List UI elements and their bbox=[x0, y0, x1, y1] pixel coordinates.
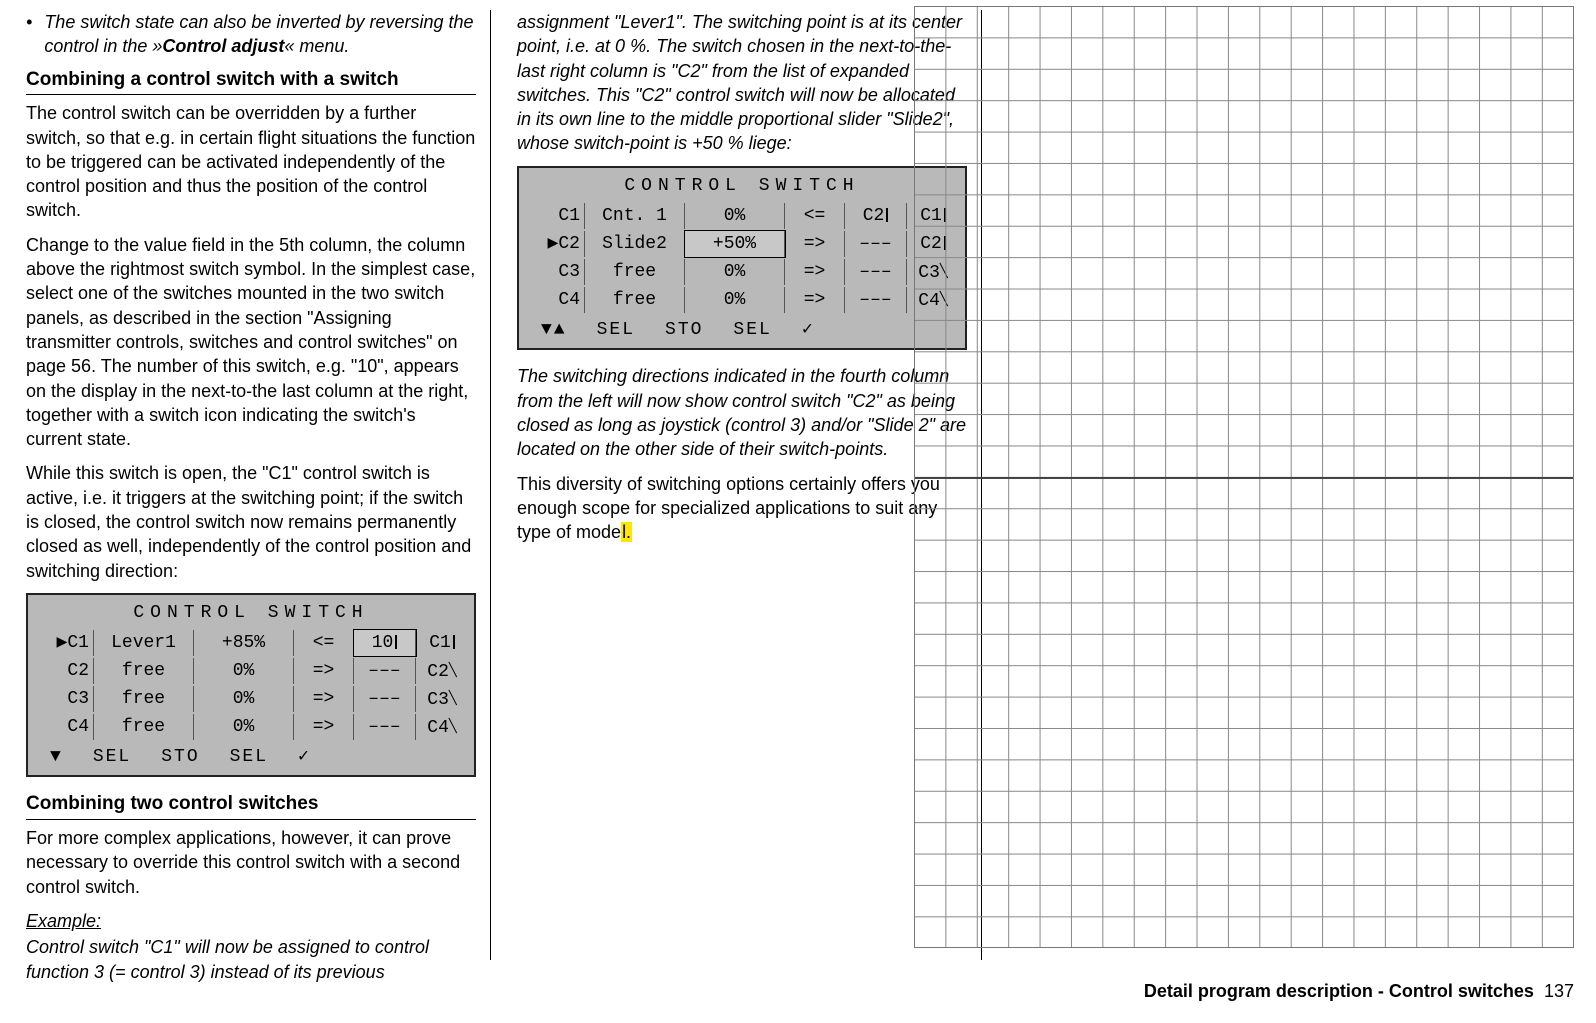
example-continued: assignment "Lever1". The switching point… bbox=[517, 10, 967, 156]
notes-grid bbox=[914, 6, 1574, 948]
lcd-footer-item: SEL bbox=[597, 318, 635, 342]
lcd-cell: => bbox=[294, 714, 354, 740]
lcd-cell: ––– bbox=[354, 658, 416, 684]
lcd-footer-item: ✓ bbox=[298, 745, 311, 769]
lcd-row: C4free0%=>–––C4╲ bbox=[519, 286, 965, 314]
lcd-row: ▶C1Lever1+85%<=10C1 bbox=[28, 629, 474, 657]
lcd-footer-item: ▼ bbox=[50, 745, 63, 769]
lcd-cell: free bbox=[94, 658, 194, 684]
lcd-cell: ▶C2 bbox=[525, 231, 585, 257]
example-label: Example: bbox=[26, 909, 476, 933]
lcd-cell: <= bbox=[294, 630, 354, 656]
lcd-row: C3free0%=>–––C3╲ bbox=[519, 258, 965, 286]
bullet-dot: • bbox=[26, 10, 32, 59]
column-2: assignment "Lever1". The switching point… bbox=[511, 10, 982, 960]
example-text: Control switch "C1" will now be assigned… bbox=[26, 935, 476, 984]
lcd-title: CONTROL SWITCH bbox=[519, 168, 965, 202]
lcd-footer-item: SEL bbox=[93, 745, 131, 769]
column-1: • The switch state can also be inverted … bbox=[20, 10, 491, 960]
lcd-cell: C2 bbox=[34, 658, 94, 684]
lcd-cell: 0% bbox=[194, 714, 294, 740]
highlight-mark: l. bbox=[621, 522, 632, 542]
lcd-cell: => bbox=[785, 259, 845, 285]
lcd-cell: ––– bbox=[354, 686, 416, 712]
lcd-cell-edit: +50% bbox=[685, 231, 785, 257]
lcd-cell: => bbox=[294, 686, 354, 712]
lcd-cell: ––– bbox=[845, 259, 907, 285]
lcd-footer: ▼ SEL STO SEL ✓ bbox=[28, 741, 474, 775]
lcd-cell: <= bbox=[785, 203, 845, 229]
lcd-cell: Cnt. 1 bbox=[585, 203, 685, 229]
lcd-footer: ▼▲ SEL STO SEL ✓ bbox=[519, 314, 965, 348]
lcd-row: C3free0%=>–––C3╲ bbox=[28, 685, 474, 713]
lcd-cell: C3 bbox=[525, 259, 585, 285]
paragraph: Change to the value field in the 5th col… bbox=[26, 233, 476, 452]
lcd-cell: 0% bbox=[685, 203, 785, 229]
paragraph: The control switch can be overridden by … bbox=[26, 101, 476, 222]
lcd-footer-item: SEL bbox=[230, 745, 268, 769]
lcd-cell: C1 bbox=[525, 203, 585, 229]
lcd-cell: => bbox=[785, 231, 845, 257]
paragraph: The switching directions indicated in th… bbox=[517, 364, 967, 461]
lcd-cell: free bbox=[585, 287, 685, 313]
heading-combine-control-with-switch: Combining a control switch with a switch bbox=[26, 67, 476, 96]
lcd-cell: => bbox=[294, 658, 354, 684]
lcd-cell: C2 bbox=[845, 203, 907, 229]
lcd-cell: C3 bbox=[34, 686, 94, 712]
lcd-cell: 0% bbox=[194, 686, 294, 712]
lcd-row: C1Cnt. 10%<=C2C1 bbox=[519, 202, 965, 230]
paragraph: For more complex applications, however, … bbox=[26, 826, 476, 899]
lcd-cell-edit: 10 bbox=[354, 630, 416, 656]
lcd-cell: C1 bbox=[416, 630, 468, 656]
lcd-cell: C4 bbox=[34, 714, 94, 740]
page-number: 137 bbox=[1544, 981, 1574, 1001]
lcd-cell: 0% bbox=[194, 658, 294, 684]
lcd-title: CONTROL SWITCH bbox=[28, 595, 474, 629]
page-footer: Detail program description - Control swi… bbox=[1144, 979, 1574, 1003]
lcd-footer-item: STO bbox=[665, 318, 703, 342]
lcd-footer-item: ✓ bbox=[802, 318, 815, 342]
lcd-cell: +85% bbox=[194, 630, 294, 656]
lcd-cell: ▶C1 bbox=[34, 630, 94, 656]
lcd-cell: C4╲ bbox=[416, 714, 468, 740]
lcd-row: C4free0%=>–––C4╲ bbox=[28, 713, 474, 741]
lcd-cell: C3╲ bbox=[416, 686, 468, 712]
lcd-cell: ––– bbox=[845, 287, 907, 313]
lcd-row: ▶C2Slide2+50%=>–––C2 bbox=[519, 230, 965, 258]
lcd-cell: C4 bbox=[525, 287, 585, 313]
lcd-panel-1: CONTROL SWITCH ▶C1Lever1+85%<=10C1C2free… bbox=[26, 593, 476, 778]
lcd-row: C2free0%=>–––C2╲ bbox=[28, 657, 474, 685]
lcd-cell: ––– bbox=[354, 714, 416, 740]
lcd-cell: free bbox=[585, 259, 685, 285]
lcd-cell: free bbox=[94, 714, 194, 740]
lcd-rows: ▶C1Lever1+85%<=10C1C2free0%=>–––C2╲C3fre… bbox=[28, 629, 474, 741]
heading-combine-two-control-switches: Combining two control switches bbox=[26, 791, 476, 820]
lcd-cell: Slide2 bbox=[585, 231, 685, 257]
bullet-text: The switch state can also be inverted by… bbox=[44, 10, 476, 59]
lcd-footer-item: STO bbox=[161, 745, 199, 769]
lcd-footer-item: SEL bbox=[733, 318, 771, 342]
lcd-panel-2: CONTROL SWITCH C1Cnt. 10%<=C2C1▶C2Slide2… bbox=[517, 166, 967, 351]
lcd-cell: free bbox=[94, 686, 194, 712]
paragraph: This diversity of switching options cert… bbox=[517, 472, 967, 545]
lcd-cell: 0% bbox=[685, 259, 785, 285]
lcd-rows: C1Cnt. 10%<=C2C1▶C2Slide2+50%=>–––C2C3fr… bbox=[519, 202, 965, 314]
lcd-cell: C2╲ bbox=[416, 658, 468, 684]
lcd-cell: => bbox=[785, 287, 845, 313]
lcd-cell: Lever1 bbox=[94, 630, 194, 656]
paragraph: While this switch is open, the "C1" cont… bbox=[26, 461, 476, 582]
lcd-footer-item: ▼▲ bbox=[541, 318, 567, 342]
lcd-cell: ––– bbox=[845, 231, 907, 257]
lcd-cell: 0% bbox=[685, 287, 785, 313]
bullet-item: • The switch state can also be inverted … bbox=[26, 10, 476, 59]
